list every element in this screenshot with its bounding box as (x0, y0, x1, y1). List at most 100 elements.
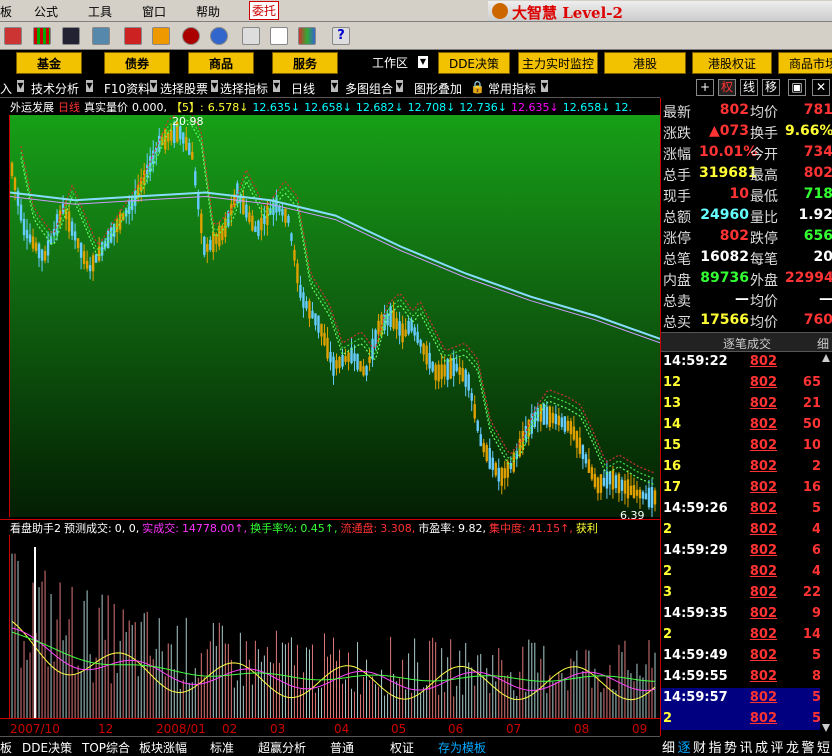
flag-icon[interactable] (4, 27, 22, 45)
trade-row[interactable]: 2 802 5 (661, 709, 832, 730)
tab-input[interactable]: 入 (0, 80, 12, 97)
trade-row[interactable]: 14:59:55 802 8 (661, 667, 832, 688)
diamond-icon[interactable] (152, 27, 170, 45)
tab-f10[interactable]: F10资料 (104, 80, 150, 97)
icon-toolbar: ? (0, 22, 832, 50)
menu-trade[interactable]: 委托 (249, 1, 280, 20)
bond-button[interactable]: 债券 (104, 52, 170, 74)
tab-multi-chart[interactable]: 多图组合 (345, 80, 393, 97)
kline-chart[interactable]: 20.98 6.39 (9, 115, 661, 522)
tab-warrant[interactable]: 权证 (390, 739, 414, 756)
trade-row[interactable]: 16 802 2 (661, 457, 832, 478)
record-icon[interactable] (182, 27, 200, 45)
tab-common-indicator[interactable]: 常用指标 (488, 80, 536, 97)
toolbar-dropdown-icon[interactable]: ▼ (541, 80, 548, 92)
bars-icon[interactable] (33, 27, 51, 45)
quote-row: 总卖 — 均价 — (661, 289, 832, 310)
trade-row[interactable]: 14:59:29 802 6 (661, 541, 832, 562)
right-tab[interactable]: 财 (693, 737, 706, 756)
help-icon[interactable]: ? (332, 27, 350, 45)
alert-icon[interactable] (124, 27, 142, 45)
tab-dde[interactable]: DDE决策 (22, 739, 72, 756)
adjust-rights-button[interactable]: 权 (718, 79, 736, 96)
trades-scrollbar[interactable] (820, 352, 832, 736)
close-icon[interactable]: ✕ (812, 79, 830, 96)
right-tab[interactable]: 成 (755, 737, 768, 756)
disc-icon[interactable] (210, 27, 228, 45)
tab-save-template[interactable]: 存为模板 (438, 739, 486, 756)
menu-help[interactable]: 帮助 (196, 3, 220, 20)
trade-row[interactable]: 12 802 65 (661, 373, 832, 394)
commodity-button[interactable]: 商品 (188, 52, 254, 74)
right-tab[interactable]: 警 (802, 737, 815, 756)
hk-warrant-button[interactable]: 港股权证 (692, 52, 772, 74)
tab-top[interactable]: TOP综合 (82, 739, 130, 756)
volume-chart[interactable] (9, 535, 660, 718)
toolbar-dropdown-icon[interactable]: ▼ (17, 80, 24, 92)
hk-stock-button[interactable]: 港股 (604, 52, 686, 74)
indicator-value: 12.708↓ (407, 101, 456, 114)
toolbar-dropdown-icon[interactable]: ▼ (86, 80, 93, 92)
trade-row[interactable]: 14:59:57 802 5 (661, 688, 832, 709)
workspace-dropdown-icon[interactable]: ▼ (418, 56, 428, 68)
right-tab[interactable]: 逐 (678, 737, 691, 756)
trade-row[interactable]: 2 802 4 (661, 562, 832, 583)
menu-window[interactable]: 窗口 (142, 3, 166, 20)
window-icon[interactable] (270, 27, 288, 45)
right-tab[interactable]: 讯 (740, 737, 753, 756)
toolbar-dropdown-icon[interactable]: ▼ (331, 80, 338, 92)
tab-overlay[interactable]: 图形叠加 (414, 80, 462, 97)
right-tab[interactable]: 短 (817, 737, 830, 756)
tab-super-analysis[interactable]: 超赢分析 (258, 739, 306, 756)
lock-icon[interactable]: 🔒 (470, 80, 485, 94)
books-icon[interactable] (298, 27, 316, 45)
toolbar-dropdown-icon[interactable]: ▼ (150, 80, 157, 92)
main-monitor-button[interactable]: 主力实时监控 (518, 52, 598, 74)
tab-standard[interactable]: 标准 (210, 739, 234, 756)
trade-row[interactable]: 14:59:49 802 5 (661, 646, 832, 667)
trade-row[interactable]: 13 802 21 (661, 394, 832, 415)
candle-body (599, 474, 603, 493)
trade-row[interactable]: 3 802 22 (661, 583, 832, 604)
menu-formula[interactable]: 公式 (34, 3, 58, 20)
tab-board[interactable]: 板 (0, 739, 12, 756)
commodity-market-button[interactable]: 商品市场 (778, 52, 832, 74)
trade-row[interactable]: 15 802 10 (661, 436, 832, 457)
menu-board[interactable]: 板 (0, 3, 12, 20)
trade-row[interactable]: 2 802 14 (661, 625, 832, 646)
tab-technical-analysis[interactable]: 技术分析 (31, 80, 79, 97)
right-tab[interactable]: 细 (662, 737, 675, 756)
right-tab[interactable]: 指 (709, 737, 722, 756)
tab-sector[interactable]: 板块涨幅 (139, 739, 187, 756)
tab-daily[interactable]: 日线 (291, 80, 315, 97)
toolbar-dropdown-icon[interactable]: ▼ (211, 80, 218, 92)
binoculars-icon[interactable] (62, 27, 80, 45)
crosshair-button[interactable]: + (696, 79, 714, 96)
trade-row[interactable]: 14 802 50 (661, 415, 832, 436)
trade-row[interactable]: 14:59:35 802 9 (661, 604, 832, 625)
document-icon[interactable] (242, 27, 260, 45)
toolbar-dropdown-icon[interactable]: ▼ (273, 80, 280, 92)
right-tab[interactable]: 龙 (786, 737, 799, 756)
tab-normal[interactable]: 普通 (330, 739, 354, 756)
line-button[interactable]: 线 (740, 79, 758, 96)
trades-detail-button[interactable]: 细 (817, 335, 829, 352)
fund-button[interactable]: 基金 (16, 52, 82, 74)
move-button[interactable]: 移 (762, 79, 780, 96)
window-restore-icon[interactable]: ▣ (788, 79, 806, 96)
menu-tools[interactable]: 工具 (88, 3, 112, 20)
service-button[interactable]: 服务 (272, 52, 338, 74)
tools-icon[interactable] (92, 27, 110, 45)
tab-select-stock[interactable]: 选择股票 (160, 80, 208, 97)
toolbar-dropdown-icon[interactable]: ▼ (396, 80, 403, 92)
tab-select-indicator[interactable]: 选择指标 (220, 80, 268, 97)
trade-row[interactable]: 14:59:22 802 (661, 352, 832, 373)
dde-decision-button[interactable]: DDE决策 (438, 52, 510, 74)
trade-row[interactable]: 14:59:26 802 5 (661, 499, 832, 520)
right-tab[interactable]: 评 (771, 737, 784, 756)
workspace-label[interactable]: 工作区 (372, 54, 408, 71)
trade-row[interactable]: 2 802 4 (661, 520, 832, 541)
trade-row[interactable]: 17 802 16 (661, 478, 832, 499)
candle-body (650, 486, 654, 508)
right-tab[interactable]: 势 (724, 737, 737, 756)
